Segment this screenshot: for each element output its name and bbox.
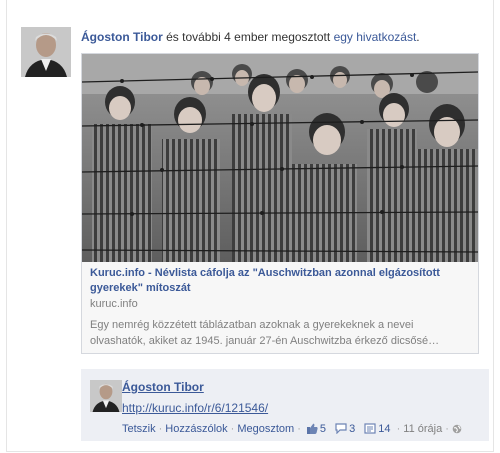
shares-count: 14 (378, 423, 391, 435)
separator: · (230, 423, 235, 435)
story-header: Ágoston Tibor és további 4 ember megoszt… (81, 29, 481, 45)
story-verb-text: megosztott (268, 30, 334, 44)
story-end-punct: . (416, 30, 420, 44)
avatar[interactable] (21, 27, 71, 77)
shared-link-domain: kuruc.info (90, 298, 138, 310)
shared-link-image[interactable] (82, 54, 478, 262)
separator: · (158, 423, 163, 435)
like-link[interactable]: Tetszik (122, 423, 156, 435)
share-link[interactable]: Megosztom (237, 423, 294, 435)
separator: · (396, 423, 401, 435)
actor-name-link[interactable]: Ágoston Tibor (81, 30, 163, 44)
timestamp[interactable]: 11 órája (403, 423, 442, 435)
comment-bubble-icon (335, 423, 347, 438)
comment-url-link[interactable]: http://kuruc.info/r/6/121546/ (122, 401, 268, 415)
shared-link-info: Kuruc.info - Névlista cáfolja az "Auschw… (90, 266, 472, 349)
comment-avatar[interactable] (90, 380, 122, 412)
share-icon (364, 423, 376, 438)
shares-count-group[interactable]: 14 (364, 423, 393, 435)
shared-link-title[interactable]: Kuruc.info - Névlista cáfolja az "Auschw… (90, 266, 472, 296)
shared-link-object[interactable]: egy hivatkozást (334, 30, 417, 44)
story-middle-text: és további 4 ember (162, 30, 269, 44)
likes-count: 5 (319, 423, 327, 435)
comment-row: Ágoston Tibor http://kuruc.info/r/6/1215… (81, 369, 489, 441)
thumbs-up-icon (306, 423, 318, 438)
comment-author-link[interactable]: Ágoston Tibor (122, 380, 204, 394)
separator: · (297, 423, 301, 435)
shared-link-card[interactable]: Kuruc.info - Névlista cáfolja az "Auschw… (81, 53, 479, 354)
likes-count-group[interactable]: 5 (306, 423, 329, 438)
comments-count: 3 (349, 423, 356, 435)
comments-count-group[interactable]: 3 (335, 423, 358, 435)
comment-link[interactable]: Hozzászólok (165, 423, 227, 435)
separator: · (445, 423, 449, 435)
shared-link-description: Egy nemrég közzétett táblázatban azoknak… (90, 319, 440, 347)
comment-actions: Tetszik · Hozzászólok · Megosztom · 5 3 14 · 1… (122, 422, 492, 438)
globe-icon[interactable] (452, 424, 462, 438)
